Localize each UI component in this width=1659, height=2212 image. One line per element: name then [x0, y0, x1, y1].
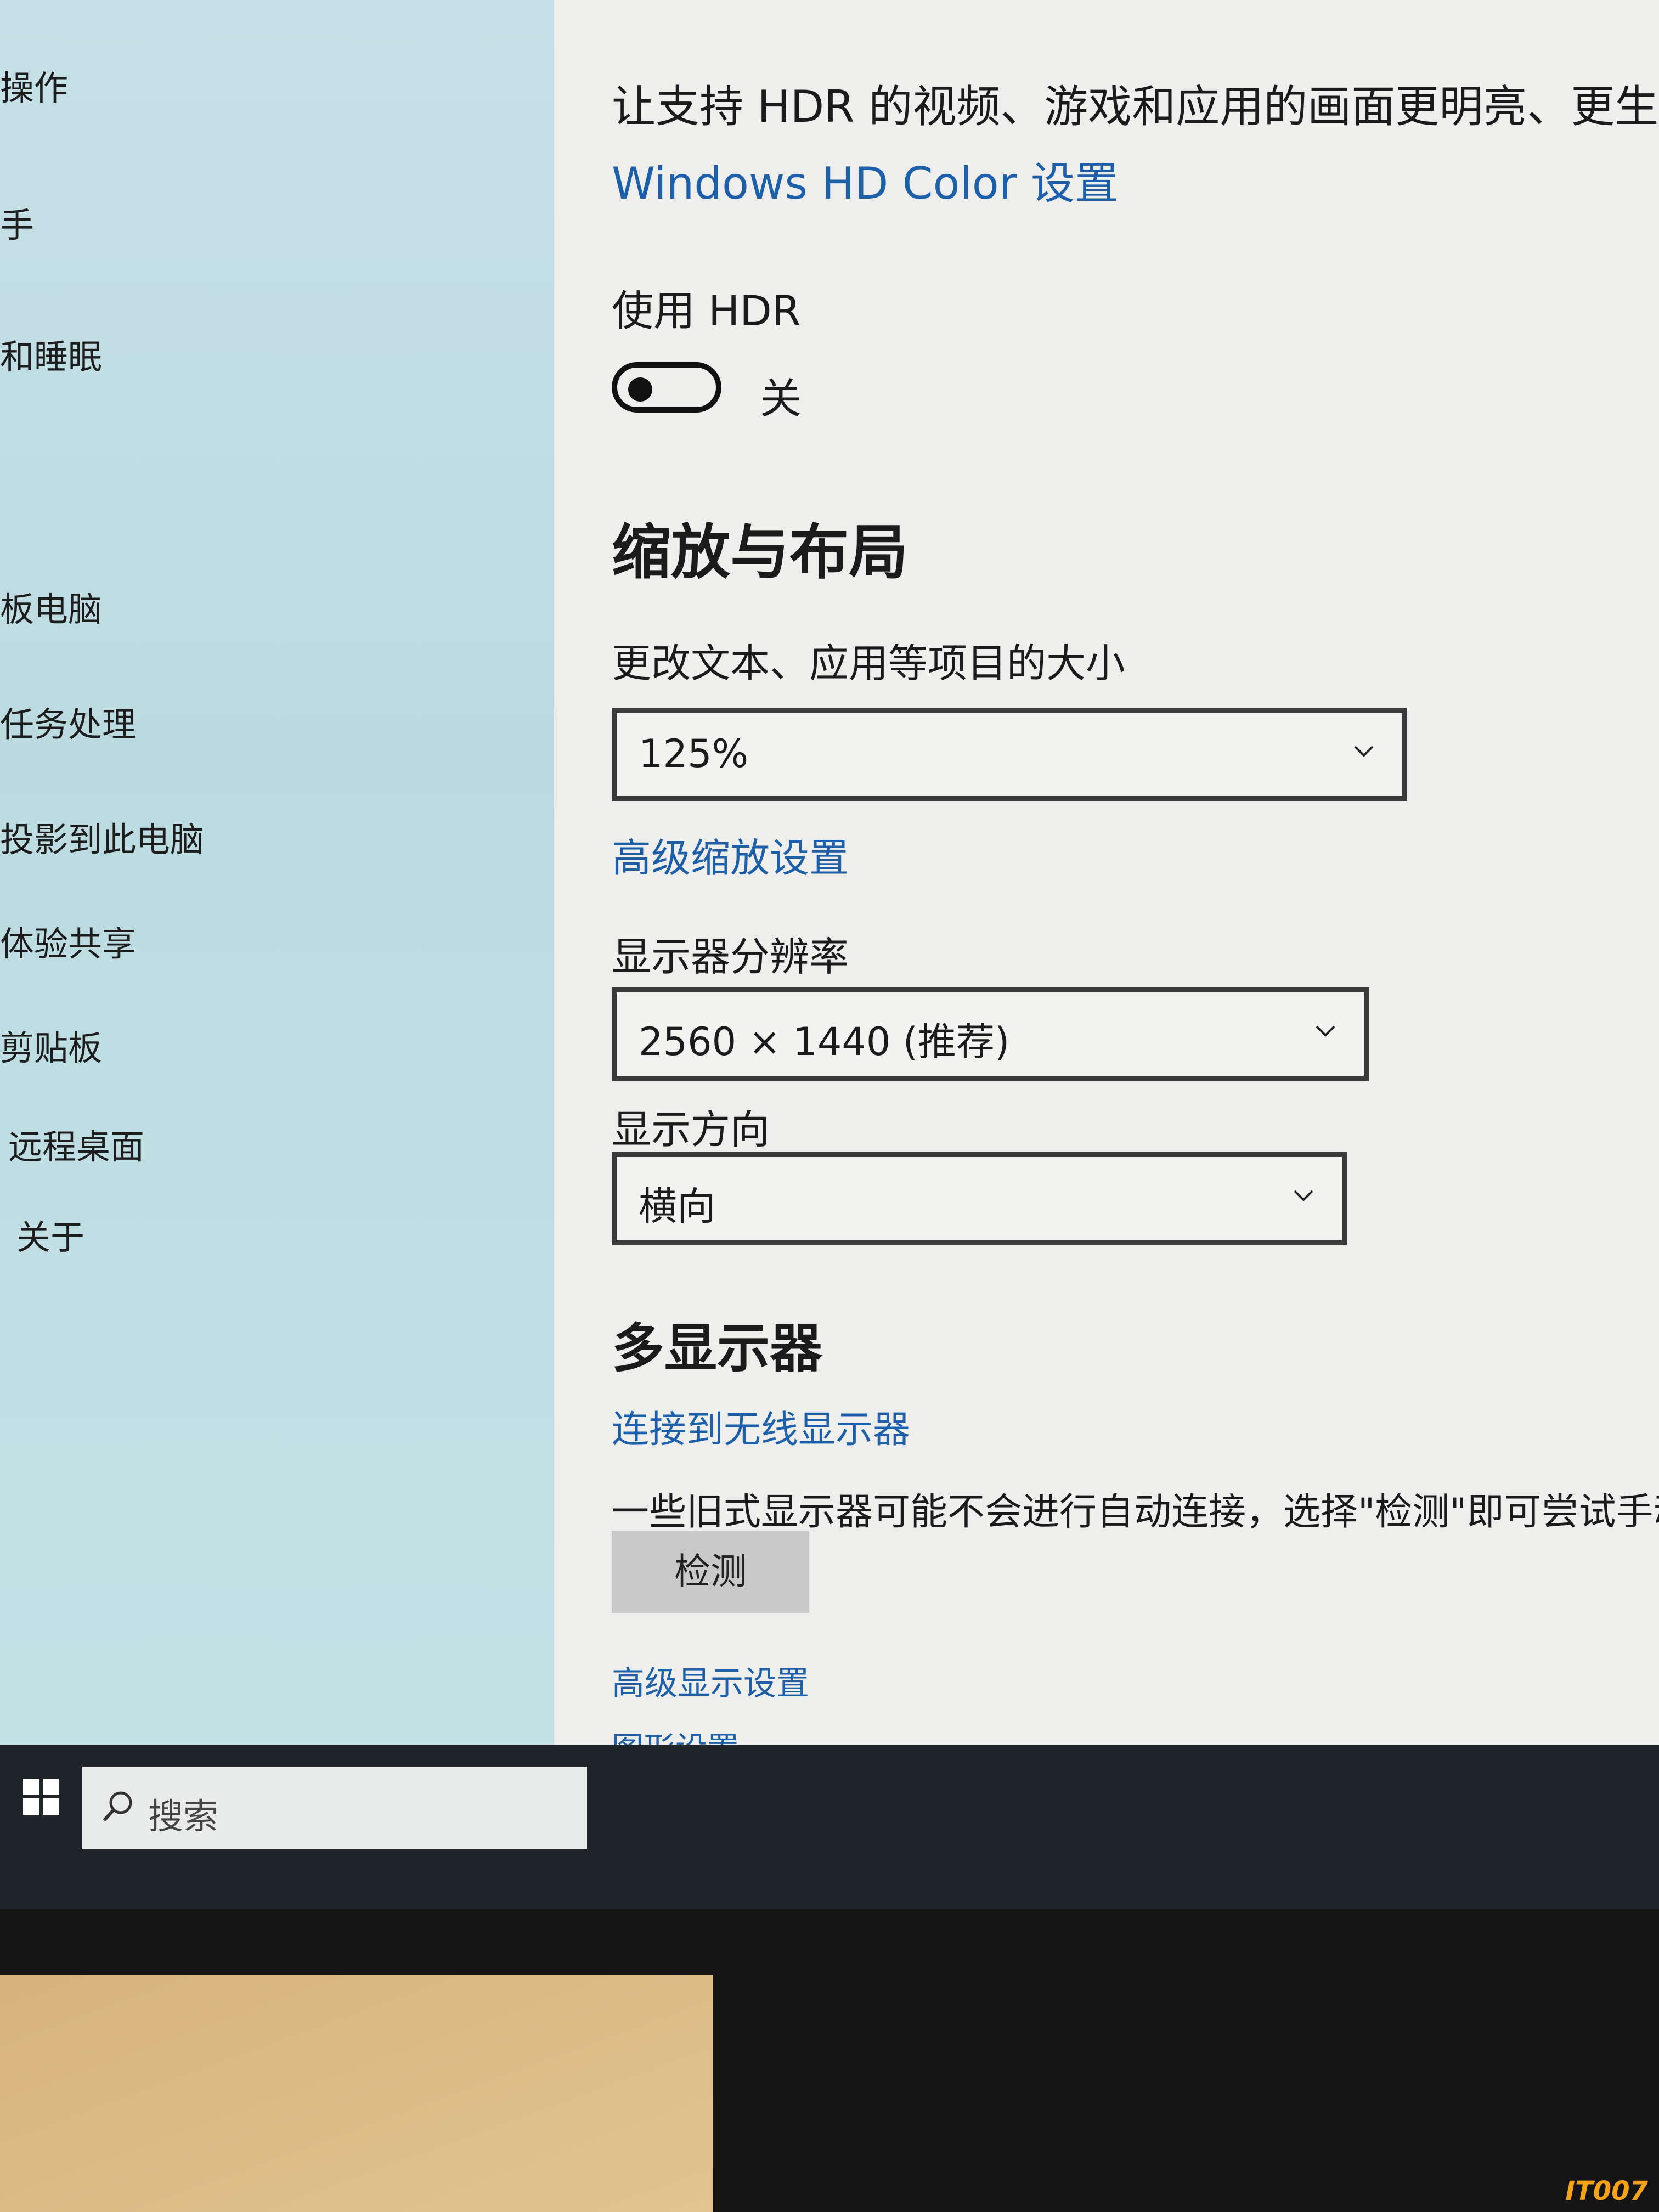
sidebar-item-multitasking[interactable]: 任务处理: [0, 697, 136, 746]
hdr-toggle-state: 关: [760, 374, 802, 423]
advanced-display-settings-link[interactable]: 高级显示设置: [612, 1657, 809, 1705]
search-icon: [103, 1791, 132, 1822]
hdr-description: 让支持 HDR 的视频、游戏和应用的画面更明亮、更生: [612, 81, 1659, 132]
sidebar-item-shared-experiences[interactable]: 体验共享: [0, 916, 136, 966]
taskbar-search-box[interactable]: 搜索: [82, 1767, 587, 1849]
detect-button[interactable]: 检测: [612, 1531, 809, 1613]
search-placeholder: 搜索: [148, 1797, 218, 1837]
scale-dropdown[interactable]: 125%: [612, 708, 1407, 801]
sidebar-item-tablet-pc[interactable]: 板电脑: [0, 582, 102, 631]
advanced-scaling-link[interactable]: 高级缩放设置: [612, 826, 849, 883]
chevron-down-icon: [1354, 746, 1374, 757]
wireless-display-link[interactable]: 连接到无线显示器: [612, 1399, 910, 1453]
watermark-logo: IT007: [1565, 2176, 1648, 2207]
screen: 操作 手 和睡眠 板电脑 任务处理 投影到此电脑 体验共享 剪贴板 远程桌面 关…: [0, 0, 1659, 1953]
detect-note: 一些旧式显示器可能不会进行自动连接，选择"检测"即可尝试手动连: [612, 1491, 1659, 1534]
resolution-label: 显示器分辨率: [612, 934, 849, 980]
hd-color-settings-link[interactable]: Windows HD Color 设置: [612, 148, 1119, 212]
taskbar: 搜索: [0, 1745, 1659, 1909]
multi-display-heading: 多显示器: [612, 1318, 822, 1379]
scale-value: 125%: [639, 731, 749, 776]
sidebar-item-remote-desktop[interactable]: 远程桌面: [8, 1119, 144, 1169]
windows-start-icon[interactable]: [22, 1778, 60, 1816]
sidebar-item-clipboard[interactable]: 剪贴板: [0, 1020, 102, 1070]
sidebar-item-tablet[interactable]: 手: [0, 198, 34, 247]
orientation-label: 显示方向: [612, 1107, 770, 1153]
chevron-down-icon: [1316, 1025, 1335, 1037]
sidebar-item-projecting[interactable]: 投影到此电脑: [0, 812, 204, 861]
scale-layout-heading: 缩放与布局: [612, 518, 909, 587]
display-settings-content: 让支持 HDR 的视频、游戏和应用的画面更明亮、更生 Windows HD Co…: [554, 0, 1659, 1876]
hdr-toggle[interactable]: [612, 362, 721, 413]
chevron-down-icon: [1294, 1190, 1313, 1201]
resolution-value: 2560 × 1440 (推荐): [639, 1019, 1010, 1064]
scale-label: 更改文本、应用等项目的大小: [612, 640, 1126, 686]
orientation-dropdown[interactable]: 横向: [612, 1152, 1347, 1245]
sidebar-item-about[interactable]: 关于: [16, 1210, 84, 1259]
resolution-dropdown[interactable]: 2560 × 1440 (推荐): [612, 988, 1369, 1081]
orientation-value: 横向: [639, 1184, 715, 1229]
hdr-toggle-label: 使用 HDR: [612, 286, 801, 335]
desk-surface: [0, 1975, 713, 2212]
settings-sidebar: 操作 手 和睡眠 板电脑 任务处理 投影到此电脑 体验共享 剪贴板 远程桌面 关…: [0, 0, 554, 1876]
sidebar-item-action[interactable]: 操作: [0, 60, 68, 110]
toggle-knob: [628, 377, 652, 402]
sidebar-item-power-sleep[interactable]: 和睡眠: [0, 329, 102, 379]
